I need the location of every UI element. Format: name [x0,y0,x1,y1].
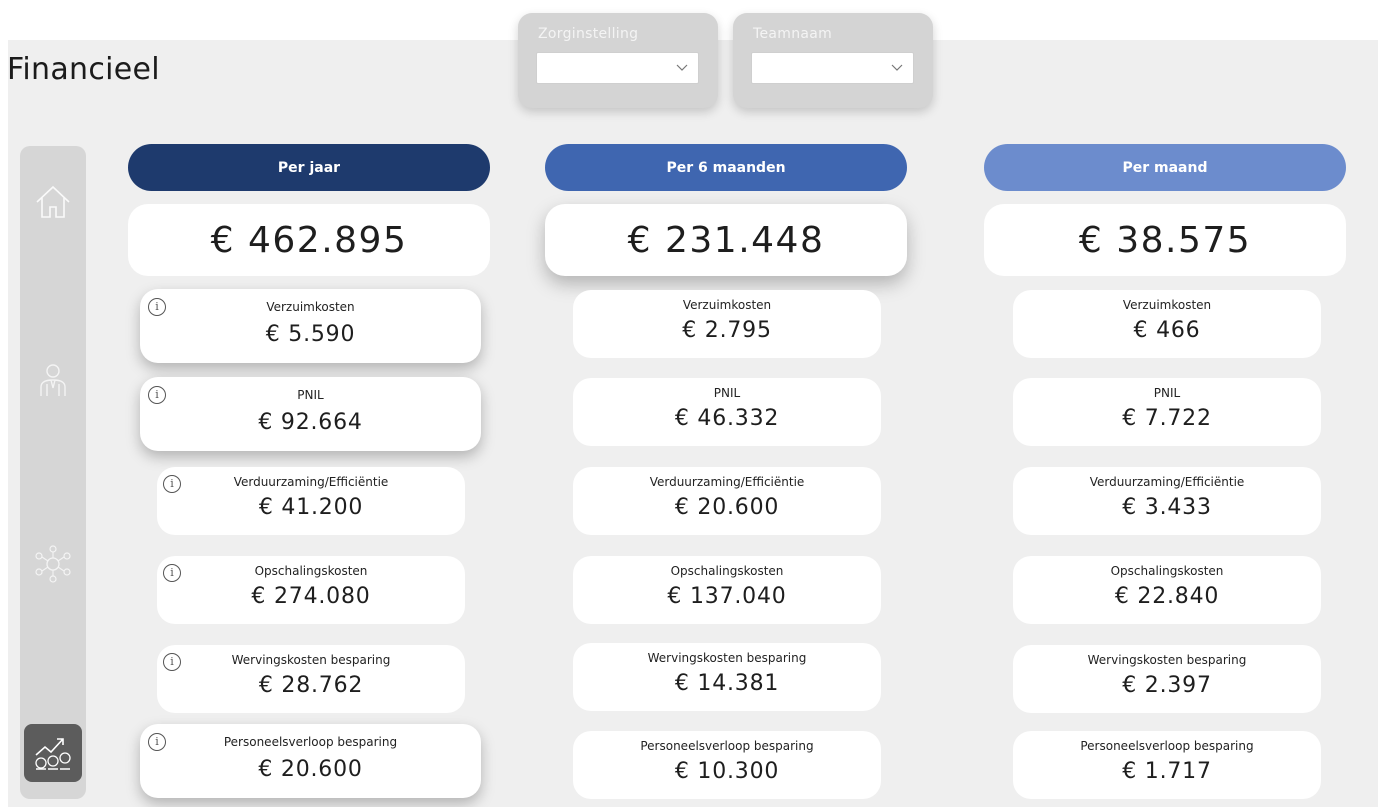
card-value: € 7.722 [1122,406,1212,431]
total-per-6-maanden: € 231.448 [545,204,907,276]
chevron-down-icon [676,64,688,71]
card-label: Personeelsverloop besparing [1080,739,1254,753]
card-verzuimkosten-6m: Verzuimkosten € 2.795 [573,290,881,358]
card-value: € 41.200 [258,495,364,520]
card-label: Wervingskosten besparing [231,653,391,667]
card-pnil-6m: PNIL € 46.332 [573,378,881,446]
card-label: Verduurzaming/Efficiëntie [233,475,389,489]
card-value: € 274.080 [251,584,371,609]
card-label: PNIL [297,388,324,402]
zorginstelling-dropdown[interactable] [536,52,699,84]
card-value: € 92.664 [258,410,363,435]
card-value: € 22.840 [1114,584,1220,609]
card-label: PNIL [1153,386,1181,400]
zorginstelling-slicer: Zorginstelling [518,13,718,108]
card-label: Verzuimkosten [266,300,355,314]
card-label: Opschalingskosten [1110,564,1224,578]
card-value: € 2.795 [682,318,772,343]
card-label: Opschalingskosten [670,564,784,578]
card-label: Wervingskosten besparing [1087,653,1247,667]
card-label: PNIL [713,386,741,400]
header-per-maand-label: Per maand [1122,159,1208,176]
card-verzuimkosten-jaar: i Verzuimkosten € 5.590 [140,289,481,363]
zorginstelling-label: Zorginstelling [538,26,639,42]
network-icon[interactable] [33,544,73,584]
card-value: € 20.600 [674,495,780,520]
card-verzuimkosten-maand: Verzuimkosten € 466 [1013,290,1321,358]
card-label: Wervingskosten besparing [647,651,807,665]
card-wervingskosten-6m: Wervingskosten besparing € 14.381 [573,643,881,711]
card-opschalingskosten-jaar: i Opschalingskosten € 274.080 [157,556,465,624]
total-per-maand: € 38.575 [984,204,1346,276]
total-per-jaar: € 462.895 [128,204,490,276]
card-label: Opschalingskosten [254,564,368,578]
header-per-jaar-label: Per jaar [277,159,341,176]
card-label: Verzuimkosten [682,298,772,312]
card-personeelsverloop-6m: Personeelsverloop besparing € 10.300 [573,731,881,799]
card-personeelsverloop-jaar: i Personeelsverloop besparing € 20.600 [140,724,481,798]
card-pnil-maand: PNIL € 7.722 [1013,378,1321,446]
card-value: € 10.300 [674,759,780,784]
card-verduurzaming-jaar: i Verduurzaming/Efficiëntie € 41.200 [157,467,465,535]
home-icon[interactable] [33,182,73,222]
card-value: € 137.040 [667,584,787,609]
card-value: € 466 [1133,318,1201,343]
card-value: € 46.332 [674,406,780,431]
header-per-jaar: Per jaar [128,144,490,191]
header-per-maand: Per maand [984,144,1346,191]
person-icon[interactable] [33,360,73,400]
card-personeelsverloop-maand: Personeelsverloop besparing € 1.717 [1013,731,1321,799]
card-label: Personeelsverloop besparing [640,739,814,753]
card-value: € 5.590 [265,322,356,347]
teamnaam-slicer: Teamnaam [733,13,933,108]
page-title: Financieel [7,52,160,87]
card-value: € 14.381 [674,671,780,696]
card-value: € 1.717 [1122,759,1212,784]
finance-chart-icon[interactable] [24,724,82,782]
header-per-6-maanden: Per 6 maanden [545,144,907,191]
teamnaam-dropdown[interactable] [751,52,914,84]
card-value: € 28.762 [258,673,364,698]
card-wervingskosten-maand: Wervingskosten besparing € 2.397 [1013,645,1321,713]
card-opschalingskosten-6m: Opschalingskosten € 137.040 [573,556,881,624]
card-verduurzaming-maand: Verduurzaming/Efficiëntie € 3.433 [1013,467,1321,535]
card-value: € 20.600 [258,757,363,782]
card-label: Verduurzaming/Efficiëntie [649,475,805,489]
card-value: € 2.397 [1122,673,1212,698]
card-pnil-jaar: i PNIL € 92.664 [140,377,481,451]
card-label: Verduurzaming/Efficiëntie [1089,475,1245,489]
sidebar-nav [20,146,86,799]
teamnaam-label: Teamnaam [753,26,833,42]
card-value: € 3.433 [1122,495,1212,520]
card-label: Verzuimkosten [1122,298,1212,312]
card-label: Personeelsverloop besparing [223,735,398,749]
card-verduurzaming-6m: Verduurzaming/Efficiëntie € 20.600 [573,467,881,535]
card-opschalingskosten-maand: Opschalingskosten € 22.840 [1013,556,1321,624]
header-per-6-maanden-label: Per 6 maanden [666,159,786,176]
chevron-down-icon [891,64,903,71]
card-wervingskosten-jaar: i Wervingskosten besparing € 28.762 [157,645,465,713]
